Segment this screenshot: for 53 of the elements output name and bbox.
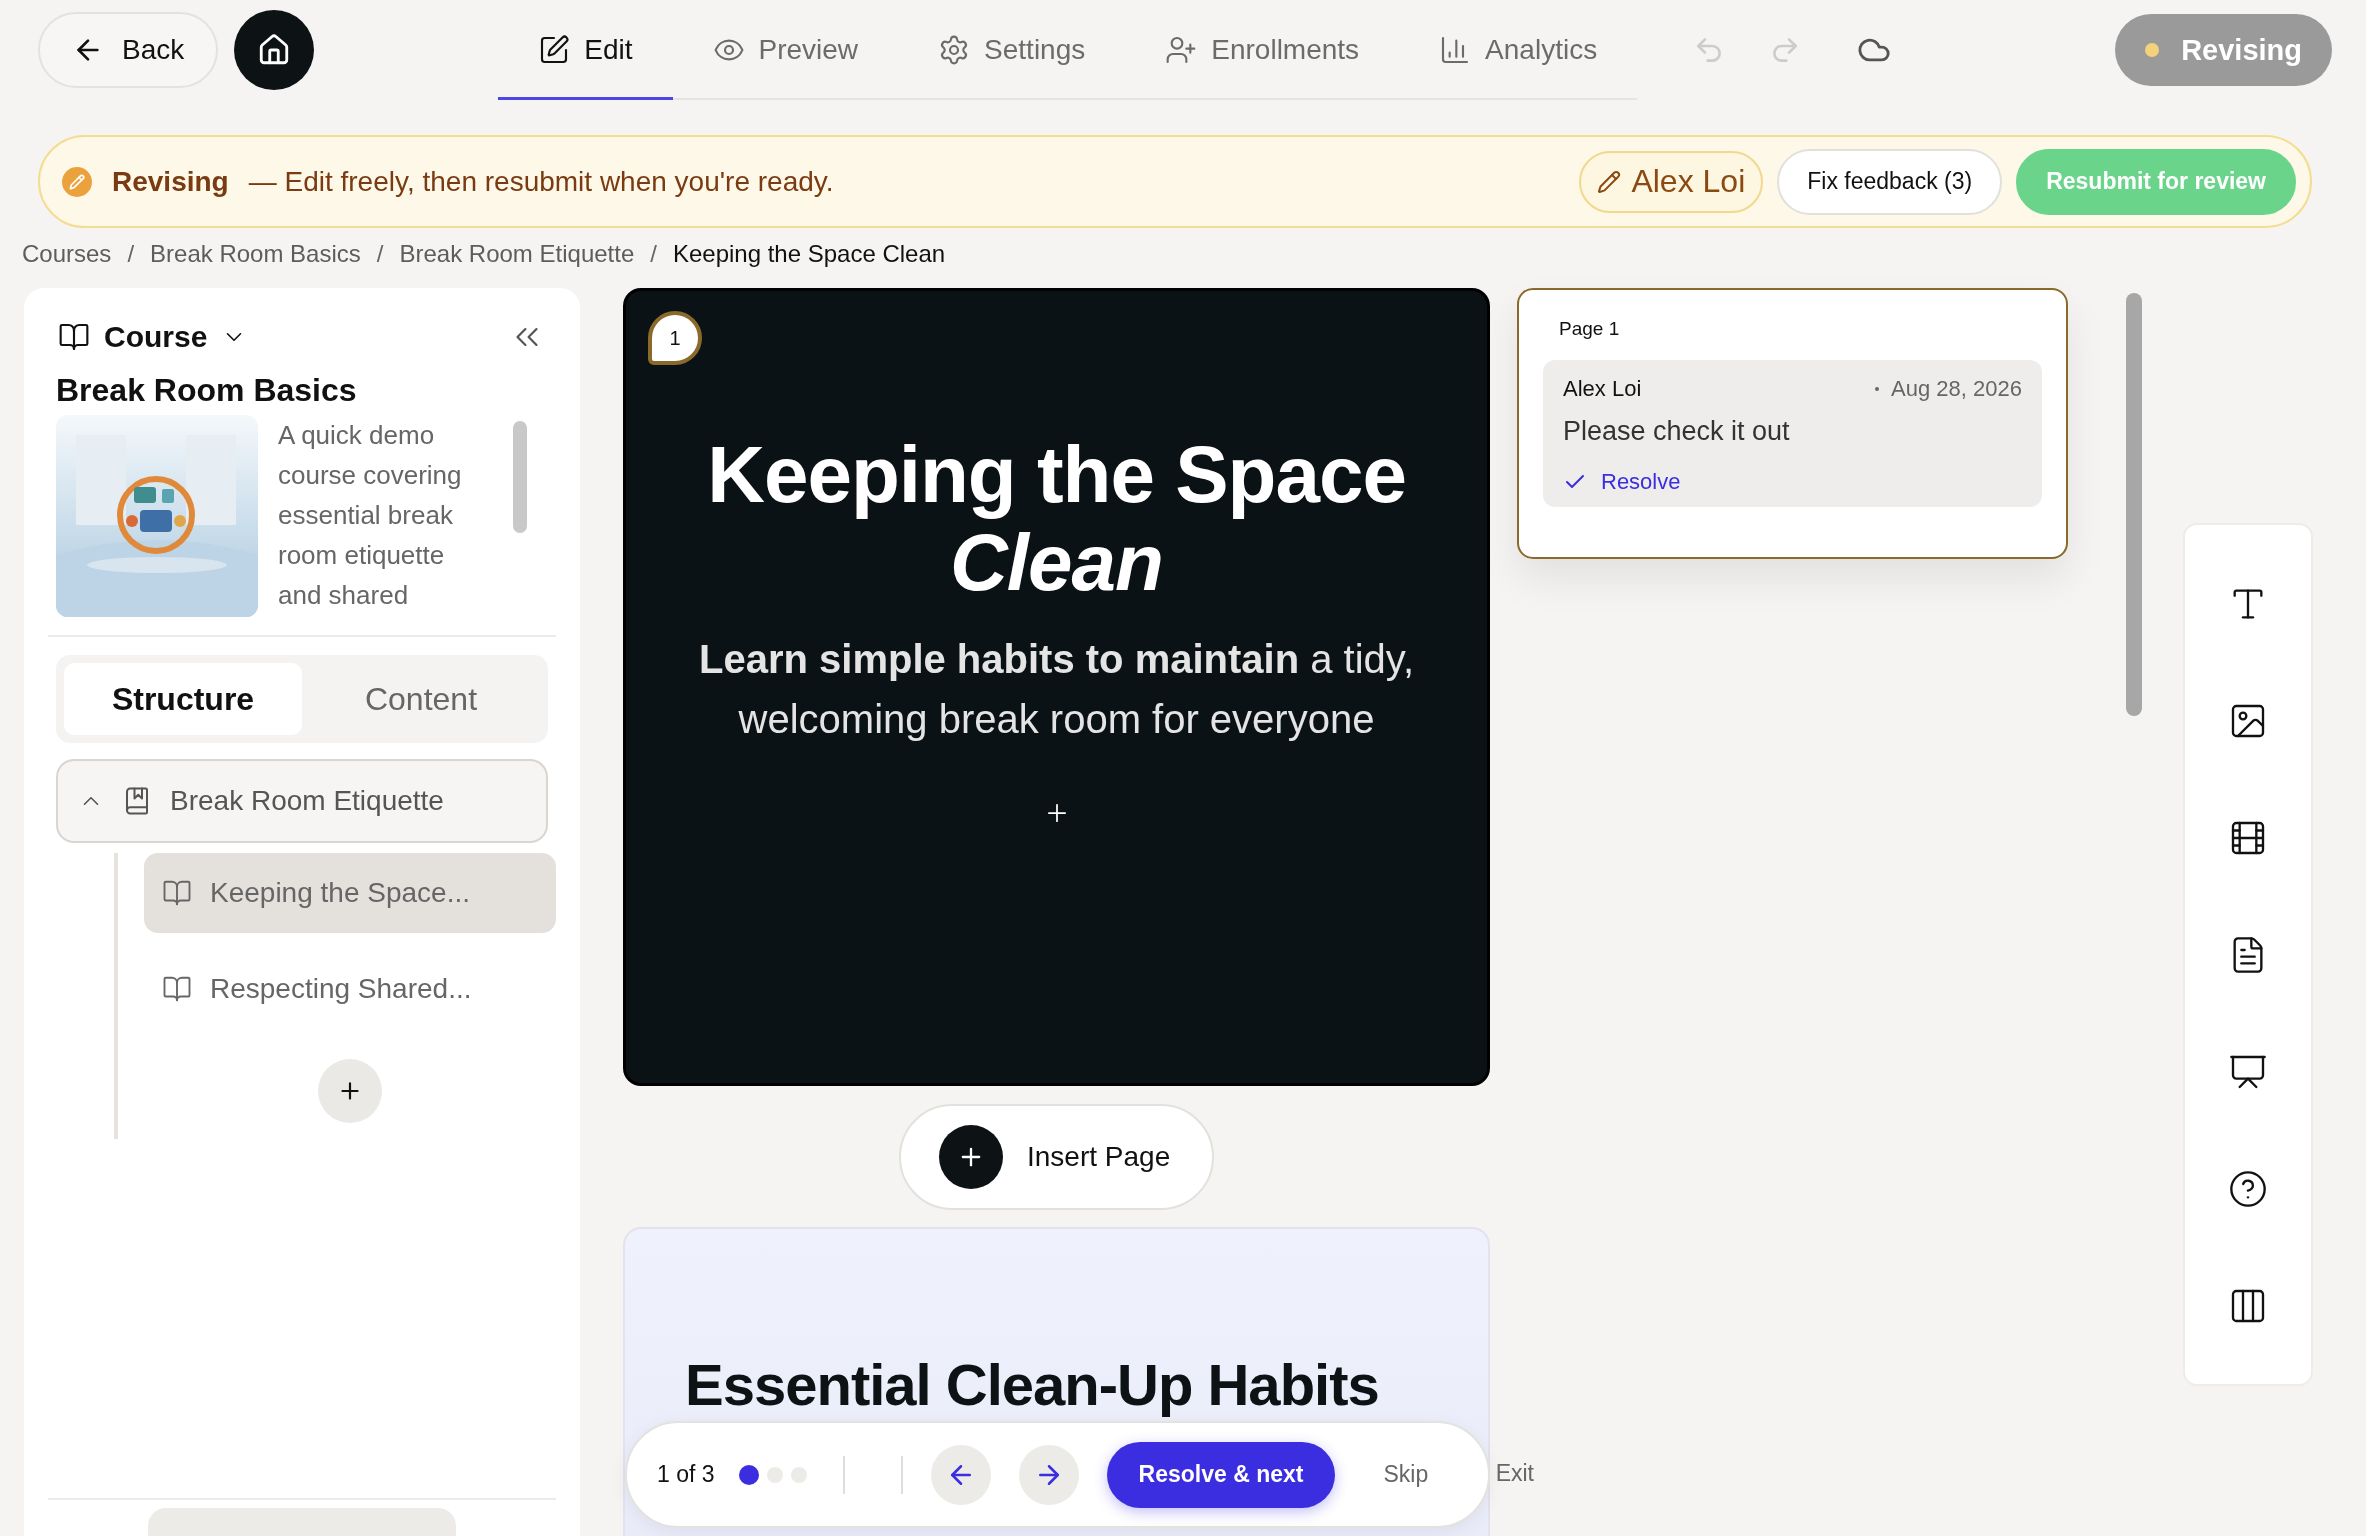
insert-page-button[interactable]: Insert Page [899, 1104, 1214, 1210]
slide-title: Keeping the Space Clean [706, 431, 1407, 607]
status-label: Revising [2181, 33, 2302, 67]
pencil-icon [1597, 169, 1622, 194]
slide-subtitle: Learn simple habits to maintain a tidy, welcoming break room for everyone [698, 636, 1415, 743]
banner-status: Revising [112, 165, 229, 198]
title-slide[interactable]: 1 Keeping the Space Clean Learn simple habits to maintain a tidy, welcoming break room for everyone [623, 288, 1490, 1086]
user-chip[interactable]: Alex Loi [1579, 150, 1764, 213]
course-title: Break Room Basics [55, 372, 358, 409]
breadcrumb-link[interactable]: Break Room Etiquette [399, 240, 635, 268]
nav-tab[interactable]: Enrollments [1125, 3, 1400, 100]
user-plus-icon [1165, 34, 1198, 66]
breadcrumb-separator: / [376, 240, 384, 268]
view-tab[interactable]: Structure [64, 663, 302, 735]
scrollbar-thumb[interactable] [2126, 293, 2142, 716]
pencil-badge-icon [62, 166, 92, 197]
breadcrumb-link[interactable]: Keeping the Space Clean [672, 240, 946, 268]
separator-dot-icon [1875, 387, 1880, 391]
skip-link[interactable]: Skip [1383, 1461, 1429, 1488]
resolve-next-button[interactable]: Resolve & next [1106, 1441, 1336, 1508]
comment-date: Aug 28, 2026 [1891, 376, 2022, 402]
lesson-row[interactable]: Respecting Shared... [144, 949, 556, 1029]
back-button[interactable]: Back [38, 12, 219, 88]
nav-tab[interactable]: Edit [498, 3, 673, 100]
book-icon [162, 878, 192, 908]
book-icon [162, 974, 192, 1004]
banner-message: — Edit freely, then resubmit when you're ready. [248, 165, 834, 198]
scrollbar-thumb[interactable] [513, 421, 527, 533]
slide-title: Essential Clean-Up Habits [685, 1353, 1380, 1417]
status-dot-icon [2145, 43, 2160, 57]
help-icon[interactable] [2228, 1168, 2268, 1209]
breadcrumb-link[interactable]: Courses [22, 240, 112, 268]
nav-tab[interactable]: Analytics [1399, 3, 1638, 100]
comment-counter: 1 of 3 [657, 1461, 715, 1488]
comment-text: Please check it out [1563, 416, 1791, 447]
pencil-square-icon [538, 34, 571, 66]
course-dropdown[interactable]: Course [58, 320, 248, 354]
fix-feedback-button[interactable]: Fix feedback (3) [1777, 148, 2003, 215]
exit-link[interactable]: Exit [1495, 1460, 1534, 1487]
chapter-row[interactable]: Break Room Etiquette [56, 759, 548, 843]
comment-author: Alex Loi [1563, 376, 1642, 402]
course-description: A quick demo course covering essential break room etiquette and shared [278, 419, 463, 612]
comment-page-label: Page 1 [1558, 318, 1621, 340]
comment-pin[interactable]: 1 [648, 311, 702, 365]
book-icon [58, 321, 90, 353]
breadcrumb-link[interactable]: Break Room Basics [150, 240, 361, 268]
breadcrumb-separator: / [127, 240, 135, 268]
nav-tab[interactable]: Preview [672, 3, 899, 100]
resolve-button[interactable]: Resolve [1563, 469, 1681, 495]
nav-tab[interactable]: Settings [898, 3, 1126, 100]
lesson-row[interactable]: Keeping the Space... [144, 853, 556, 933]
breadcrumb-separator: / [650, 240, 657, 268]
view-tab[interactable]: Content [302, 663, 540, 735]
